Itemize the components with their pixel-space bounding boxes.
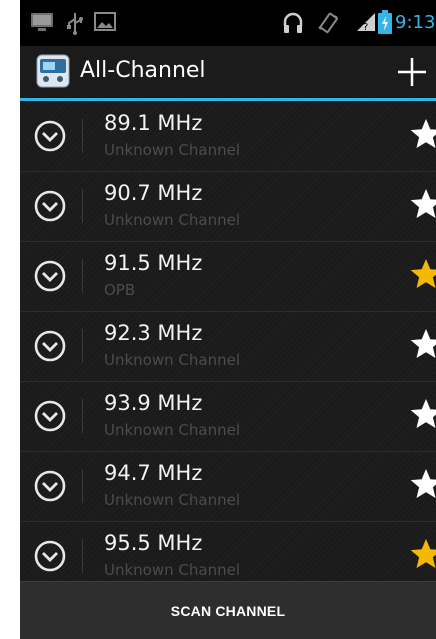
row-divider <box>82 539 83 573</box>
row-divider <box>82 329 83 363</box>
channel-list[interactable]: 89.1 MHz Unknown Channel 90.7 MHz Unknow… <box>20 101 436 581</box>
svg-text:?: ? <box>363 22 368 32</box>
radio-app-icon[interactable] <box>36 54 70 88</box>
channel-frequency: 95.5 MHz <box>104 531 203 555</box>
channel-name: Unknown Channel <box>104 141 240 159</box>
monitor-icon <box>31 13 53 31</box>
action-bar: All-Channel <box>20 46 436 101</box>
channel-name: Unknown Channel <box>104 561 240 579</box>
chevron-down-circle-icon[interactable] <box>32 328 68 364</box>
channel-row[interactable]: 90.7 MHz Unknown Channel <box>20 171 436 242</box>
plus-icon[interactable] <box>392 52 432 92</box>
channel-row[interactable]: 89.1 MHz Unknown Channel <box>20 101 436 172</box>
bottom-bar: SCAN CHANNEL <box>20 581 436 639</box>
phone-screen: ? 9:13 All-Channel 89.1 MHz Unknown Chan… <box>20 0 436 639</box>
channel-row[interactable]: 92.3 MHz Unknown Channel <box>20 311 436 382</box>
channel-row[interactable]: 95.5 MHz Unknown Channel <box>20 521 436 581</box>
star-icon[interactable] <box>408 396 436 432</box>
status-bar: ? 9:13 <box>20 0 436 46</box>
row-divider <box>82 469 83 503</box>
star-icon[interactable] <box>408 116 436 152</box>
row-divider <box>82 259 83 293</box>
image-icon <box>94 12 116 31</box>
star-icon[interactable] <box>408 186 436 222</box>
usb-icon <box>67 13 83 35</box>
chevron-down-circle-icon[interactable] <box>32 468 68 504</box>
channel-row[interactable]: 93.9 MHz Unknown Channel <box>20 381 436 452</box>
channel-row[interactable]: 94.7 MHz Unknown Channel <box>20 451 436 522</box>
page-title: All-Channel <box>80 58 206 83</box>
chevron-down-circle-icon[interactable] <box>32 188 68 224</box>
row-divider <box>82 399 83 433</box>
chevron-down-circle-icon[interactable] <box>32 118 68 154</box>
channel-frequency: 91.5 MHz <box>104 251 203 275</box>
chevron-down-circle-icon[interactable] <box>32 258 68 294</box>
row-divider <box>82 119 83 153</box>
status-time: 9:13 <box>395 12 436 33</box>
star-favorite-icon[interactable] <box>408 536 436 572</box>
signal-icon: ? <box>357 13 375 32</box>
channel-frequency: 94.7 MHz <box>104 461 203 485</box>
scan-channel-button[interactable]: SCAN CHANNEL <box>20 582 436 639</box>
vibrate-icon <box>318 12 338 34</box>
battery-charging-icon <box>378 10 392 34</box>
channel-name: Unknown Channel <box>104 491 240 509</box>
channel-frequency: 89.1 MHz <box>104 111 203 135</box>
row-divider <box>82 189 83 223</box>
chevron-down-circle-icon[interactable] <box>32 398 68 434</box>
channel-frequency: 93.9 MHz <box>104 391 203 415</box>
channel-name: OPB <box>104 281 136 299</box>
channel-name: Unknown Channel <box>104 421 240 439</box>
channel-frequency: 92.3 MHz <box>104 321 203 345</box>
star-favorite-icon[interactable] <box>408 256 436 292</box>
channel-name: Unknown Channel <box>104 211 240 229</box>
channel-row[interactable]: 91.5 MHz OPB <box>20 241 436 312</box>
headphones-icon <box>283 12 303 33</box>
channel-frequency: 90.7 MHz <box>104 181 203 205</box>
channel-name: Unknown Channel <box>104 351 240 369</box>
star-icon[interactable] <box>408 326 436 362</box>
chevron-down-circle-icon[interactable] <box>32 538 68 574</box>
star-icon[interactable] <box>408 466 436 502</box>
